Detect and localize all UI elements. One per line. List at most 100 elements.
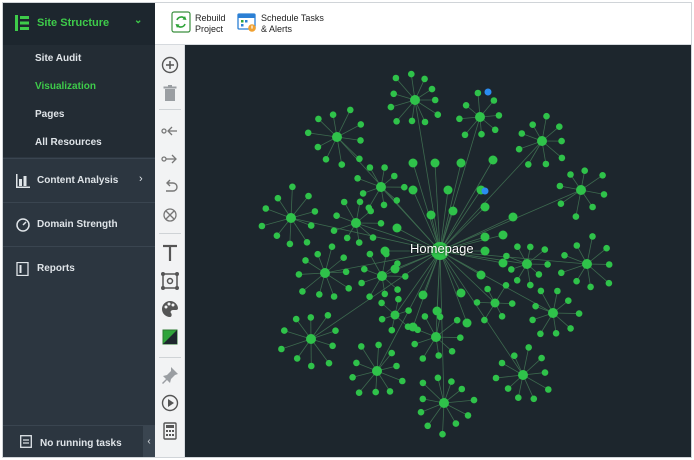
graph-node[interactable]: [329, 111, 337, 118]
sidebar-item-site-audit[interactable]: Site Audit: [3, 45, 155, 73]
graph-node[interactable]: [498, 258, 508, 268]
add-node-icon[interactable]: [160, 55, 180, 75]
graph-node[interactable]: [456, 158, 466, 168]
graph-node[interactable]: [378, 299, 385, 307]
graph-node[interactable]: [390, 310, 400, 320]
graph-node[interactable]: [439, 398, 449, 408]
graph-node[interactable]: [439, 430, 446, 438]
graph-node[interactable]: [381, 164, 388, 171]
crosshair-icon[interactable]: [160, 205, 180, 225]
graph-node[interactable]: [529, 316, 536, 324]
graph-node[interactable]: [527, 243, 534, 251]
graph-node[interactable]: [498, 313, 506, 320]
graph-node[interactable]: [481, 316, 488, 324]
graph-node[interactable]: [390, 90, 397, 98]
graph-node[interactable]: [435, 352, 442, 359]
graph-node[interactable]: [434, 374, 442, 382]
graph-node[interactable]: [377, 271, 387, 281]
graph-node[interactable]: [424, 422, 431, 430]
graph-node[interactable]: [537, 330, 544, 338]
graph-node[interactable]: [262, 205, 270, 212]
graph-node[interactable]: [456, 288, 466, 298]
graph-node[interactable]: [380, 201, 388, 209]
graph-node[interactable]: [292, 315, 300, 323]
sidebar-item-pages[interactable]: Pages: [3, 101, 155, 129]
pin-icon[interactable]: [160, 365, 180, 385]
graph-node[interactable]: [525, 161, 532, 168]
graph-node[interactable]: [558, 154, 566, 162]
graph-node[interactable]: [529, 121, 536, 128]
graph-node[interactable]: [372, 388, 379, 396]
graph-node[interactable]: [307, 222, 315, 229]
graph-node[interactable]: [393, 197, 401, 204]
graph-node[interactable]: [366, 164, 374, 171]
undo-link-icon[interactable]: [160, 177, 180, 197]
graph-node[interactable]: [347, 106, 354, 114]
graph-node[interactable]: [513, 277, 521, 284]
graph-node[interactable]: [369, 234, 377, 241]
graph-node[interactable]: [343, 234, 351, 242]
graph-node[interactable]: [514, 243, 521, 250]
graph-node[interactable]: [430, 158, 440, 168]
graph-node[interactable]: [431, 96, 439, 104]
sidebar-item-domain-strength[interactable]: Domain Strength: [3, 202, 155, 246]
graph-node[interactable]: [573, 277, 580, 285]
delete-icon[interactable]: [160, 83, 180, 103]
graph-node[interactable]: [587, 283, 594, 291]
visualization-canvas[interactable]: Homepage: [185, 45, 691, 457]
graph-node[interactable]: [274, 194, 282, 202]
graph-node[interactable]: [461, 131, 469, 139]
graph-node[interactable]: [565, 297, 572, 304]
graph-node[interactable]: [320, 268, 330, 278]
graph-node[interactable]: [599, 172, 606, 179]
collapse-sidebar-button[interactable]: ‹: [143, 426, 155, 457]
graph-node[interactable]: [392, 223, 402, 233]
graph-node[interactable]: [314, 143, 322, 151]
graph-node[interactable]: [532, 302, 539, 310]
sidebar-item-reports[interactable]: Reports: [3, 246, 155, 290]
graph-node[interactable]: [443, 185, 453, 195]
graph-node[interactable]: [361, 265, 368, 273]
graph-node[interactable]: [573, 242, 581, 249]
layout-icon[interactable]: [160, 271, 180, 291]
graph-node[interactable]: [333, 212, 340, 219]
graph-node[interactable]: [399, 377, 406, 385]
graph-node[interactable]: [527, 281, 534, 289]
graph-node[interactable]: [475, 112, 485, 122]
graph-node[interactable]: [392, 74, 400, 82]
graph-node[interactable]: [556, 182, 564, 190]
graph-node[interactable]: [366, 250, 374, 258]
graph-node[interactable]: [355, 239, 363, 246]
sidebar-item-visualization[interactable]: Visualization: [3, 73, 155, 101]
graph-node[interactable]: [575, 310, 583, 317]
graph-node[interactable]: [342, 268, 350, 276]
graph-node[interactable]: [589, 233, 596, 240]
graph-node[interactable]: [558, 269, 565, 277]
graph-node[interactable]: [518, 370, 528, 380]
graph-node[interactable]: [603, 244, 610, 252]
graph-node[interactable]: [502, 282, 510, 289]
graph-node[interactable]: [453, 316, 461, 324]
graph-node[interactable]: [419, 379, 427, 387]
graph-node[interactable]: [535, 271, 543, 278]
graph-node[interactable]: [307, 314, 315, 321]
graph-node[interactable]: [421, 118, 429, 126]
graph-node[interactable]: [561, 252, 568, 259]
graph-node[interactable]: [315, 115, 322, 123]
graph-node[interactable]: [473, 299, 481, 306]
graph-node[interactable]: [464, 412, 472, 419]
graph-node[interactable]: [576, 185, 586, 195]
graph-node[interactable]: [357, 121, 365, 128]
graph-node[interactable]: [572, 213, 580, 220]
graph-node[interactable]: [388, 326, 396, 334]
graph-node[interactable]: [480, 246, 490, 256]
graph-node[interactable]: [387, 103, 395, 111]
graph-node[interactable]: [329, 342, 336, 350]
graph-node[interactable]: [448, 206, 458, 216]
schedule-tasks-button[interactable]: Schedule Tasks & Alerts: [237, 11, 327, 39]
graph-node[interactable]: [581, 167, 588, 174]
graph-node[interactable]: [557, 200, 565, 207]
graph-node[interactable]: [605, 279, 613, 287]
graph-node[interactable]: [367, 207, 374, 215]
graph-node[interactable]: [281, 327, 288, 334]
